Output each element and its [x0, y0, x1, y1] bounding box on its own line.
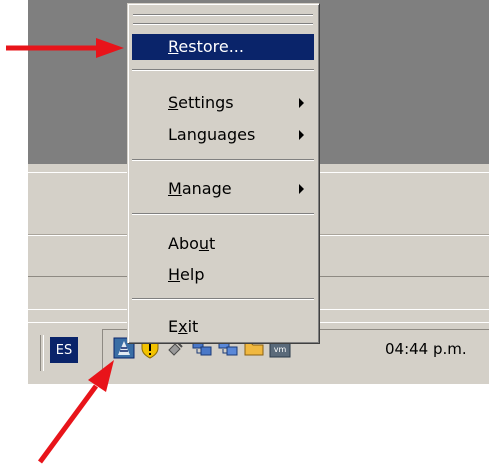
- menu-separator: [132, 160, 314, 161]
- menu-grip: [133, 24, 313, 25]
- submenu-arrow-icon: [299, 98, 304, 108]
- menu-item-label: About: [168, 234, 216, 253]
- menu-item-label: Manage: [168, 179, 232, 198]
- taskbar-clock[interactable]: 04:44 p.m.: [385, 340, 467, 358]
- menu-item-label: Help: [168, 265, 205, 284]
- menu-item-restore[interactable]: Restore...: [132, 34, 314, 60]
- menu-item-manage[interactable]: Manage: [132, 176, 314, 202]
- menu-item-about[interactable]: About: [132, 231, 314, 257]
- menu-item-settings[interactable]: Settings: [132, 90, 314, 116]
- menu-item-label: Exit: [168, 317, 199, 336]
- menu-item-label: Languages: [168, 125, 256, 144]
- menu-separator: [132, 299, 314, 300]
- menu-separator: [132, 214, 314, 215]
- menu-item-label: Settings: [168, 93, 234, 112]
- svg-text:vm: vm: [274, 345, 287, 354]
- menu-item-exit[interactable]: Exit: [132, 314, 314, 340]
- menu-grip: [133, 15, 313, 16]
- menu-item-help[interactable]: Help: [132, 262, 314, 288]
- annotation-arrow-right: [6, 38, 124, 58]
- annotation-arrow-up: [37, 360, 114, 464]
- menu-item-label: Restore...: [168, 37, 244, 56]
- tray-context-menu: Restore... Settings Languages Manage Abo…: [127, 3, 319, 343]
- submenu-arrow-icon: [299, 184, 304, 194]
- menu-item-languages[interactable]: Languages: [132, 122, 314, 148]
- submenu-arrow-icon: [299, 130, 304, 140]
- menu-separator: [132, 70, 314, 71]
